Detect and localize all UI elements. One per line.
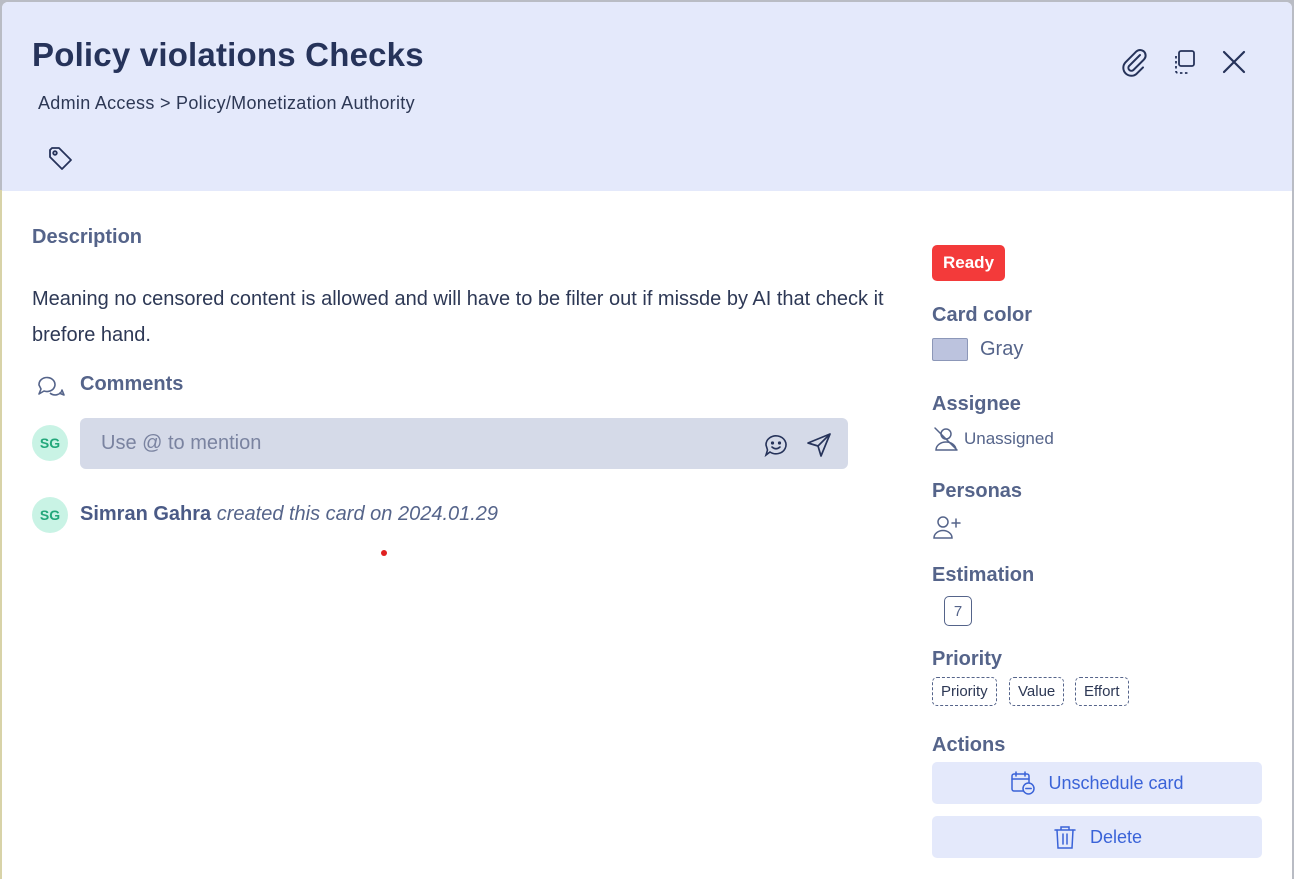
comment-input[interactable] (80, 418, 740, 469)
actions-label: Actions (932, 734, 1006, 756)
priority-label: Priority (932, 648, 1003, 670)
estimation-value[interactable]: 7 (944, 596, 972, 626)
add-persona-icon[interactable] (931, 513, 963, 541)
calendar-minus-icon (1011, 771, 1036, 795)
emoji-icon[interactable] (762, 431, 790, 459)
color-swatch[interactable] (932, 338, 968, 361)
description-text[interactable]: Meaning no censored content is allowed a… (32, 281, 892, 353)
close-icon[interactable] (1218, 46, 1250, 78)
paperclip-icon[interactable] (1118, 46, 1150, 78)
activity-entry: Simran Gahra created this card on 2024.0… (80, 503, 498, 526)
cursor-dot (381, 550, 387, 556)
personas-label: Personas (932, 480, 1023, 502)
comments-icon (36, 373, 66, 401)
send-icon[interactable] (804, 430, 834, 460)
delete-label: Delete (1089, 826, 1143, 847)
card-title[interactable]: Policy violations Checks (32, 36, 424, 74)
assignee-label: Assignee (932, 393, 1021, 415)
duplicate-icon[interactable] (1168, 46, 1200, 78)
comment-box (80, 418, 848, 469)
avatar: SG (32, 425, 68, 461)
activity-text: created this card on 2024.01.29 (216, 503, 499, 525)
unschedule-label: Unschedule card (1048, 772, 1184, 793)
status-badge[interactable]: Ready (932, 245, 1006, 281)
unschedule-card-button[interactable]: Unschedule card (932, 762, 1262, 804)
activity-avatar: SG (32, 497, 68, 533)
card-color-label: Card color (932, 304, 1033, 326)
trash-icon (1054, 826, 1076, 849)
priority-chip[interactable]: Priority (932, 677, 997, 706)
comments-label: Comments (80, 373, 184, 395)
value-chip[interactable]: Value (1009, 677, 1065, 706)
delete-button[interactable]: Delete (932, 816, 1262, 858)
estimation-label: Estimation (932, 564, 1035, 586)
tag-icon[interactable] (46, 144, 76, 174)
card-detail-modal: Policy violations Checks Admin Access > … (2, 2, 1292, 879)
user-unassigned-icon[interactable] (932, 426, 960, 452)
assignee-value[interactable]: Unassigned (964, 429, 1054, 449)
breadcrumb: Admin Access > Policy/Monetization Autho… (38, 93, 415, 113)
card-color-value[interactable]: Gray (980, 338, 1023, 361)
effort-chip[interactable]: Effort (1075, 677, 1129, 706)
card-header: Policy violations Checks Admin Access > … (2, 2, 1292, 191)
description-label: Description (32, 226, 143, 248)
activity-author: Simran Gahra (80, 503, 212, 525)
